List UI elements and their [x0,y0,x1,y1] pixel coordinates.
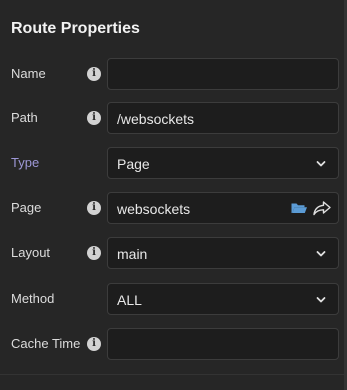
name-label: Name [11,66,46,81]
type-value: Page [117,156,150,172]
divider [0,374,344,375]
method-row: Method ALL [0,283,344,315]
path-label: Path [11,110,38,125]
info-icon[interactable]: i [87,246,101,260]
method-value: ALL [117,292,142,308]
layout-select[interactable]: main [107,237,339,269]
name-input[interactable] [107,58,339,90]
method-select[interactable]: ALL [107,283,339,315]
chevron-down-icon [316,161,326,167]
cache-time-label: Cache Time [11,336,81,351]
layout-value: main [117,246,148,262]
path-input[interactable]: /websockets [107,102,339,134]
info-icon[interactable]: i [87,67,101,81]
layout-label: Layout [11,245,51,260]
name-row: Name i [0,58,344,90]
layout-row: Layout i main [0,237,344,269]
cache-time-row: Cache Time i [0,328,344,360]
path-row: Path i /websockets [0,102,344,134]
cache-time-input[interactable] [107,328,339,360]
panel-title: Route Properties [11,20,140,37]
folder-icon[interactable] [290,199,308,217]
type-row: Type Page [0,147,344,179]
chevron-down-icon [316,251,326,257]
path-value: /websockets [117,111,195,127]
info-icon[interactable]: i [87,111,101,125]
page-row: Page i websockets [0,192,344,224]
type-label: Type [11,155,40,170]
method-label: Method [11,291,55,306]
info-icon[interactable]: i [87,201,101,215]
page-label: Page [11,200,42,215]
page-input[interactable]: websockets [107,192,339,224]
share-arrow-icon[interactable] [312,199,332,217]
page-value: websockets [117,201,191,217]
info-icon[interactable]: i [87,337,101,351]
route-properties-panel: Route Properties Name i Path i /websocke… [0,0,344,390]
type-select[interactable]: Page [107,147,339,179]
chevron-down-icon [316,297,326,303]
